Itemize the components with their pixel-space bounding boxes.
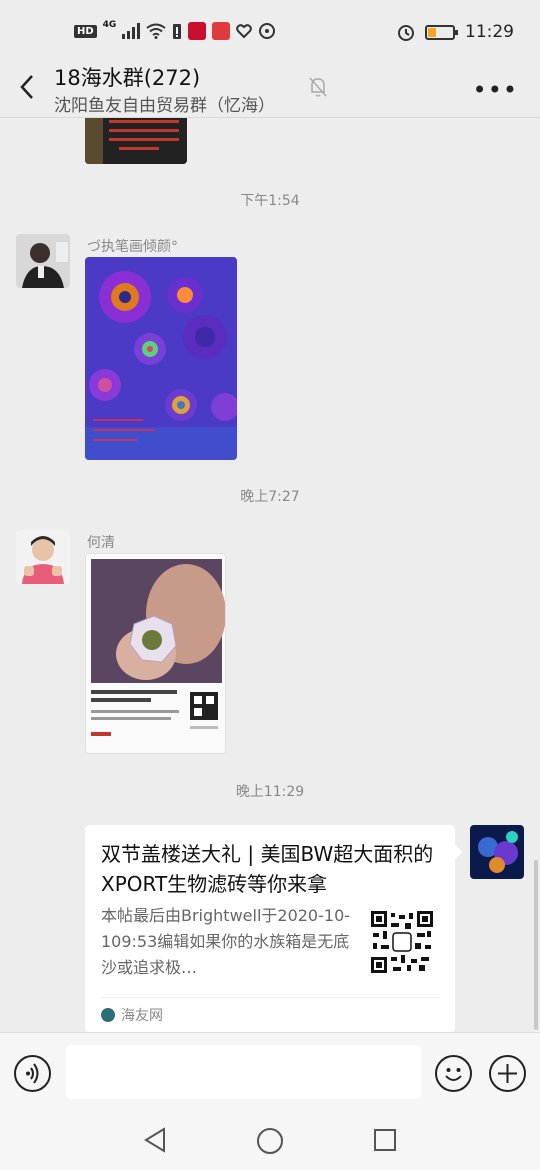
- clock: 11:29: [465, 22, 514, 42]
- plus-icon: [498, 1064, 517, 1083]
- chat-title: 18海水群(272): [54, 66, 201, 90]
- more-functions-button[interactable]: [489, 1055, 526, 1092]
- battery-icon: [425, 24, 458, 40]
- notification-alert-icon: [173, 24, 182, 39]
- status-bar: HD 4G 11:29: [0, 0, 540, 62]
- chat-messages[interactable]: 下午1:54 づ执笔画倾颜° 晚上7:27 何清 晚上11:29 双节盖楼送大礼…: [0, 118, 540, 1032]
- nav-home-button[interactable]: [257, 1128, 283, 1154]
- heart-icon: [236, 24, 253, 39]
- chat-subtitle: 沈阳鱼友自由贸易群（忆海）: [54, 96, 275, 116]
- sender-name: 何清: [87, 535, 115, 551]
- app-notification-icon: [188, 22, 207, 40]
- app-notification-icon: [212, 22, 231, 40]
- signal-icon: [122, 23, 141, 39]
- smiley-icon: [445, 1068, 462, 1081]
- source-logo-icon: [101, 1008, 115, 1022]
- hd-indicator: HD: [74, 24, 97, 38]
- image-message[interactable]: [85, 118, 187, 164]
- wifi-icon: [146, 23, 166, 39]
- emoji-button[interactable]: [435, 1055, 472, 1092]
- link-card-source: 海友网: [101, 1005, 163, 1025]
- status-icons-right: 11:29: [397, 22, 514, 42]
- avatar[interactable]: [16, 234, 70, 288]
- qr-code-image: [371, 911, 433, 973]
- status-icons-left: HD 4G: [74, 20, 276, 40]
- avatar[interactable]: [16, 530, 70, 584]
- voice-icon: [26, 1063, 39, 1084]
- back-button[interactable]: [14, 72, 40, 102]
- mute-icon: [309, 77, 327, 97]
- link-card-title: 双节盖楼送大礼 | 美国BW超大面积的XPORT生物滤砖等你来拿: [101, 842, 434, 896]
- hotspot-icon: [259, 23, 276, 39]
- system-nav-bar: [0, 1114, 540, 1170]
- scrollbar[interactable]: [534, 860, 538, 1030]
- chat-header: 18海水群(272) 沈阳鱼友自由贸易群（忆海） •••: [0, 62, 540, 118]
- source-name: 海友网: [121, 1008, 163, 1024]
- link-card[interactable]: 双节盖楼送大礼 | 美国BW超大面积的XPORT生物滤砖等你来拿 本帖最后由Br…: [85, 825, 463, 1032]
- network-type: 4G: [102, 20, 117, 30]
- message-input[interactable]: [66, 1045, 421, 1099]
- timestamp: 晚上11:29: [235, 784, 305, 800]
- nav-back-button[interactable]: [142, 1126, 168, 1154]
- image-message[interactable]: [85, 257, 237, 460]
- divider: [101, 997, 439, 998]
- image-message[interactable]: [85, 553, 226, 754]
- more-options-button[interactable]: •••: [473, 76, 518, 104]
- nav-recent-apps-button[interactable]: [374, 1129, 396, 1151]
- timestamp: 下午1:54: [240, 193, 300, 209]
- timestamp: 晚上7:27: [240, 489, 300, 505]
- sender-name: づ执笔画倾颜°: [87, 239, 178, 255]
- link-card-description: 本帖最后由Brightwell于2020-10-109:53编辑如果你的水族箱是…: [101, 906, 351, 977]
- avatar[interactable]: [470, 825, 524, 879]
- voice-input-button[interactable]: [14, 1055, 51, 1092]
- input-bar: [0, 1032, 540, 1114]
- alarm-icon: [398, 25, 414, 41]
